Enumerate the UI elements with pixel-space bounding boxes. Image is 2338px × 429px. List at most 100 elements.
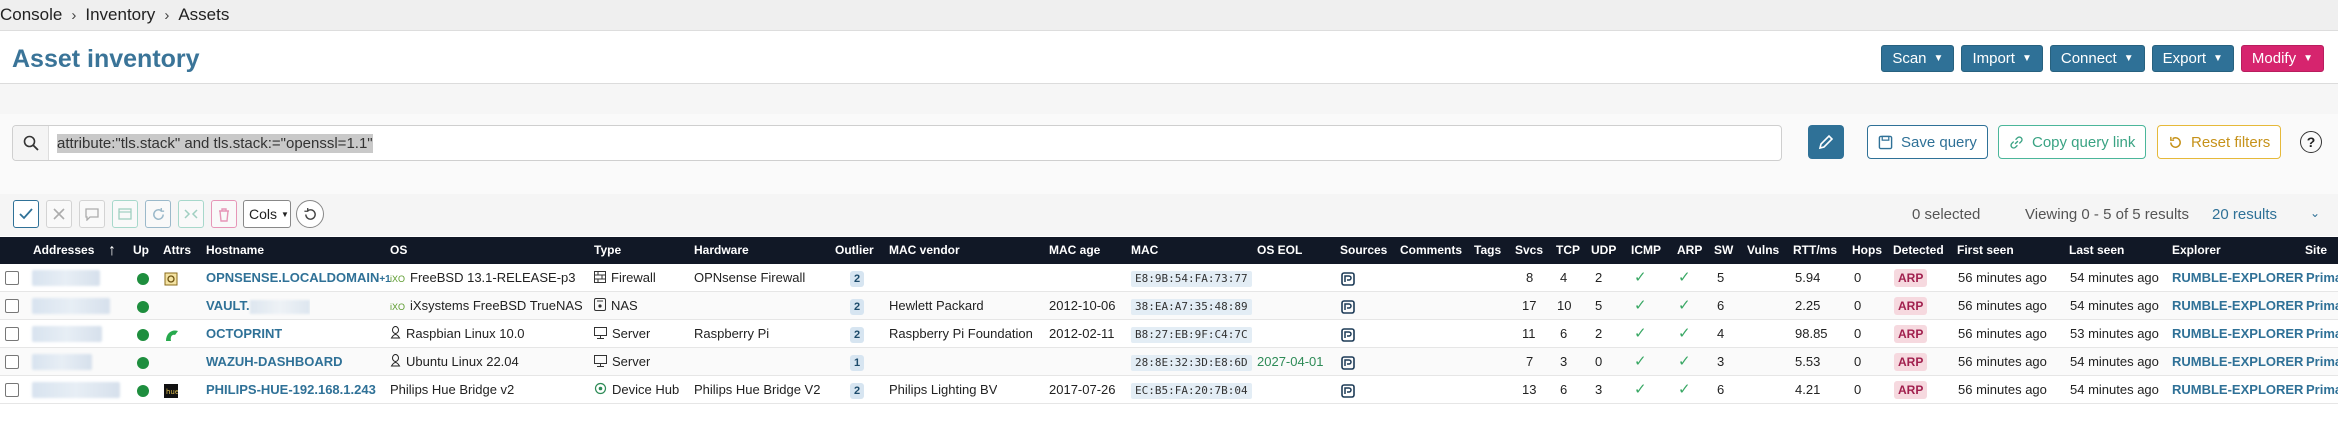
modify-button[interactable]: Modify ▼ bbox=[2240, 45, 2324, 72]
last-seen-text: 54 minutes ago bbox=[2070, 354, 2159, 369]
col-detected[interactable]: Detected bbox=[1893, 237, 1944, 264]
last-seen-text: 54 minutes ago bbox=[2070, 270, 2159, 285]
site-link[interactable]: Prima bbox=[2306, 376, 2338, 404]
row-checkbox[interactable] bbox=[5, 383, 19, 397]
sort-arrow-up-icon[interactable]: ↑ bbox=[108, 237, 116, 264]
hostname-link[interactable]: OCTOPRINT bbox=[206, 320, 282, 348]
scan-button[interactable]: Scan ▼ bbox=[1881, 45, 1955, 72]
comment-button[interactable] bbox=[79, 200, 105, 228]
header-actions: Scan ▼ Import ▼ Connect ▼ Export ▼ Modify ▼ bbox=[1881, 45, 2324, 72]
col-svcs[interactable]: Svcs bbox=[1515, 237, 1543, 264]
reload-button[interactable] bbox=[296, 200, 324, 228]
columns-select[interactable]: Cols ▼ bbox=[243, 200, 291, 228]
breadcrumb-inventory[interactable]: Inventory bbox=[85, 5, 155, 25]
site-link[interactable]: Prima bbox=[2306, 320, 2338, 348]
explorer-link[interactable]: RUMBLE-EXPLORER bbox=[2172, 264, 2303, 292]
col-type[interactable]: Type bbox=[594, 237, 621, 264]
col-os-eol[interactable]: OS EOL bbox=[1257, 237, 1302, 264]
col-attrs[interactable]: Attrs bbox=[163, 237, 191, 264]
site-link[interactable]: Prima bbox=[2306, 264, 2338, 292]
search-input[interactable]: attribute:"tls.stack" and tls.stack:="op… bbox=[12, 125, 1782, 161]
explorer-link[interactable]: RUMBLE-EXPLORER bbox=[2172, 320, 2303, 348]
explorer-link[interactable]: RUMBLE-EXPLORER bbox=[2172, 292, 2303, 320]
hostname-link[interactable]: VAULT. bbox=[206, 292, 310, 320]
hostname-link[interactable]: WAZUH-DASHBOARD bbox=[206, 348, 343, 376]
col-tags[interactable]: Tags bbox=[1474, 237, 1501, 264]
col-hardware[interactable]: Hardware bbox=[694, 237, 749, 264]
select-all-button[interactable] bbox=[13, 200, 39, 228]
hardware-text: Philips Hue Bridge V2 bbox=[694, 382, 821, 397]
col-os[interactable]: OS bbox=[390, 237, 407, 264]
col-arp[interactable]: ARP bbox=[1677, 237, 1702, 264]
site-link[interactable]: Prima bbox=[2306, 292, 2338, 320]
col-site[interactable]: Site bbox=[2305, 237, 2327, 264]
col-mac[interactable]: MAC bbox=[1131, 237, 1158, 264]
col-explorer[interactable]: Explorer bbox=[2172, 237, 2221, 264]
results-per-page-select[interactable]: 20 results bbox=[2212, 206, 2277, 223]
table-row[interactable]: VAULT. iXO iXsystems FreeBSD TrueNAS NAS … bbox=[0, 292, 2338, 320]
row-checkbox[interactable] bbox=[5, 327, 19, 341]
col-mac-age[interactable]: MAC age bbox=[1049, 237, 1100, 264]
col-up[interactable]: Up bbox=[133, 237, 149, 264]
edit-query-button[interactable] bbox=[1808, 125, 1844, 159]
row-checkbox[interactable] bbox=[5, 299, 19, 313]
breadcrumb-console[interactable]: Console bbox=[0, 5, 62, 25]
address-redacted bbox=[32, 298, 110, 314]
col-sources[interactable]: Sources bbox=[1340, 237, 1387, 264]
col-hops[interactable]: Hops bbox=[1852, 237, 1882, 264]
x-icon bbox=[53, 208, 65, 220]
col-addresses[interactable]: Addresses bbox=[33, 237, 94, 264]
table-row[interactable]: OPNSENSE.LOCALDOMAIN+1 iXO FreeBSD 13.1-R… bbox=[0, 264, 2338, 292]
col-icmp[interactable]: ICMP bbox=[1631, 237, 1661, 264]
col-rtt[interactable]: RTT/ms bbox=[1793, 237, 1837, 264]
site-link[interactable]: Prima bbox=[2306, 348, 2338, 376]
col-first-seen[interactable]: First seen bbox=[1957, 237, 2014, 264]
row-checkbox[interactable] bbox=[5, 271, 19, 285]
mac-age-text: 2012-02-11 bbox=[1049, 326, 1115, 341]
viewing-range: Viewing 0 - 5 of 5 results bbox=[2025, 206, 2189, 223]
col-tcp[interactable]: TCP bbox=[1556, 237, 1580, 264]
refresh-icon bbox=[152, 207, 164, 220]
deselect-button[interactable] bbox=[46, 200, 72, 228]
window-icon bbox=[118, 208, 132, 220]
help-icon[interactable]: ? bbox=[2300, 131, 2322, 153]
hostname-link[interactable]: OPNSENSE.LOCALDOMAIN+1 bbox=[206, 264, 391, 292]
rtt-text: 5.94 bbox=[1795, 270, 1821, 285]
col-sw[interactable]: SW bbox=[1714, 237, 1733, 264]
col-mac-vendor[interactable]: MAC vendor bbox=[889, 237, 960, 264]
copy-query-link-button[interactable]: Copy query link bbox=[1998, 125, 2147, 159]
hostname-link[interactable]: PHILIPS-HUE-192.168.1.243 bbox=[206, 376, 376, 404]
col-last-seen[interactable]: Last seen bbox=[2069, 237, 2124, 264]
delete-button[interactable] bbox=[211, 200, 237, 228]
table-row[interactable]: hue PHILIPS-HUE-192.168.1.243 Philips Hu… bbox=[0, 376, 2338, 404]
reset-filters-button[interactable]: Reset filters bbox=[2157, 125, 2282, 159]
col-hostname[interactable]: Hostname bbox=[206, 237, 264, 264]
row-checkbox[interactable] bbox=[5, 355, 19, 369]
table-row[interactable]: WAZUH-DASHBOARD Ubuntu Linux 22.04 Serve… bbox=[0, 348, 2338, 376]
reset-filters-label: Reset filters bbox=[2191, 133, 2271, 151]
col-udp[interactable]: UDP bbox=[1591, 237, 1616, 264]
query-text[interactable]: attribute:"tls.stack" and tls.stack:="op… bbox=[57, 133, 373, 153]
source-icon bbox=[1341, 264, 1355, 292]
os-text: Philips Hue Bridge v2 bbox=[390, 382, 515, 397]
table-row[interactable]: OCTOPRINT Raspbian Linux 10.0 Server Ras… bbox=[0, 320, 2338, 348]
export-button[interactable]: Export ▼ bbox=[2151, 45, 2234, 72]
connect-button[interactable]: Connect ▼ bbox=[2049, 45, 2145, 72]
save-query-button[interactable]: Save query bbox=[1867, 125, 1988, 159]
col-outlier[interactable]: Outlier bbox=[835, 237, 874, 264]
svg-text:hue: hue bbox=[166, 388, 178, 396]
rescan-button[interactable] bbox=[145, 200, 171, 228]
os-cell: Ubuntu Linux 22.04 bbox=[390, 348, 519, 376]
tag-button[interactable] bbox=[112, 200, 138, 228]
merge-button[interactable] bbox=[178, 200, 204, 228]
spacer bbox=[0, 84, 2338, 114]
explorer-link[interactable]: RUMBLE-EXPLORER bbox=[2172, 348, 2303, 376]
import-button[interactable]: Import ▼ bbox=[1961, 45, 2043, 72]
sw-text: 6 bbox=[1717, 298, 1725, 313]
explorer-link[interactable]: RUMBLE-EXPLORER bbox=[2172, 376, 2303, 404]
address-redacted bbox=[32, 354, 92, 370]
col-vulns[interactable]: Vulns bbox=[1747, 237, 1779, 264]
os-cell: Raspbian Linux 10.0 bbox=[390, 320, 525, 348]
chevron-down-icon[interactable]: ⌄ bbox=[2310, 206, 2320, 220]
col-comments[interactable]: Comments bbox=[1400, 237, 1462, 264]
